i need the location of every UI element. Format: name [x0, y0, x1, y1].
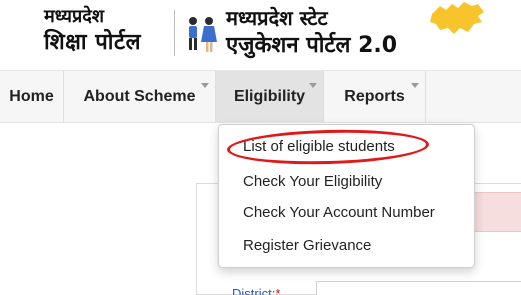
- nav-reports[interactable]: Reports: [324, 71, 426, 123]
- eligibility-dropdown-menu: List of eligible students Check Your Eli…: [218, 124, 475, 268]
- nav-about-scheme-label: About Scheme: [83, 88, 196, 105]
- nav-home-label: Home: [9, 88, 54, 105]
- brand-divider: [174, 10, 175, 56]
- mp-shiksha-portal-logo[interactable]: मध्यप्रदेश शिक्षा पोर्टल: [44, 4, 174, 56]
- caret-down-icon: [309, 83, 317, 88]
- district-label: District:*: [232, 286, 280, 295]
- menu-item-list-of-eligible-students[interactable]: List of eligible students: [243, 138, 395, 155]
- left-brand-line1: मध्यप्रदेश: [44, 6, 105, 27]
- nav-about-scheme[interactable]: About Scheme: [64, 71, 216, 123]
- students-icon: [189, 17, 217, 52]
- required-marker: *: [275, 286, 281, 295]
- menu-item-register-grievance[interactable]: Register Grievance: [243, 237, 371, 254]
- left-brand-line2: शिक्षा पोर्टल: [44, 30, 141, 55]
- menu-item-check-your-eligibility[interactable]: Check Your Eligibility: [243, 173, 382, 190]
- main-navbar: Home About Scheme Eligibility Reports: [0, 70, 521, 123]
- site-header: मध्यप्रदेश शिक्षा पोर्टल मध्यप्रदेश स्टे…: [0, 0, 521, 70]
- district-label-text: District:: [232, 286, 276, 295]
- nav-eligibility-label: Eligibility: [233, 88, 306, 105]
- caret-down-icon: [411, 83, 419, 88]
- menu-item-check-your-account-number[interactable]: Check Your Account Number: [243, 204, 435, 221]
- nav-home[interactable]: Home: [0, 71, 64, 123]
- district-select[interactable]: [316, 281, 521, 295]
- nav-eligibility[interactable]: Eligibility: [216, 71, 324, 123]
- caret-down-icon: [201, 83, 209, 88]
- right-brand-line2: एजुकेशन पोर्टल 2.0: [226, 33, 398, 58]
- madhya-pradesh-map-icon: [430, 2, 484, 34]
- nav-reports-label: Reports: [344, 88, 405, 105]
